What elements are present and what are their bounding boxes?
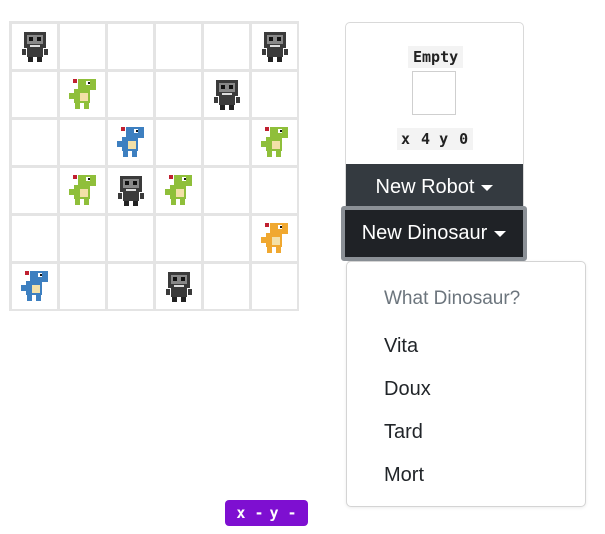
y-coordinate: y 0 [439, 130, 470, 148]
dinosaur-dropdown-menu: What Dinosaur? Vita Doux Tard Mort [346, 261, 586, 507]
board-cell[interactable] [156, 120, 201, 165]
robot-icon [166, 272, 192, 302]
board-cell[interactable] [156, 24, 201, 69]
board-cell[interactable] [12, 168, 57, 213]
selected-coordinates: x 4 y 0 [397, 128, 474, 150]
board-cell[interactable] [60, 72, 105, 117]
robot-icon [262, 32, 288, 62]
board-cell[interactable] [252, 24, 297, 69]
new-robot-label: New Robot [375, 175, 475, 198]
board-cell[interactable] [204, 72, 249, 117]
board-cell[interactable] [204, 264, 249, 309]
dinosaur-icon [261, 127, 288, 157]
dropdown-item-mort[interactable]: Mort [384, 464, 574, 487]
dinosaur-icon [69, 79, 96, 109]
board-cell[interactable] [108, 264, 153, 309]
board-cell[interactable] [12, 24, 57, 69]
board-cell[interactable] [12, 72, 57, 117]
dinosaur-icon [21, 271, 48, 301]
board-cell[interactable] [60, 24, 105, 69]
board-cell[interactable] [252, 264, 297, 309]
dropdown-header: What Dinosaur? [384, 288, 521, 309]
badge-y: y - [269, 504, 297, 522]
dinosaur-icon [165, 175, 192, 205]
new-robot-button[interactable]: New Robot [346, 164, 523, 210]
board-cell[interactable] [252, 72, 297, 117]
robot-icon [22, 32, 48, 62]
caret-down-icon [481, 184, 494, 191]
hover-coordinates-badge: x - y - [225, 500, 308, 526]
dropdown-item-vita[interactable]: Vita [384, 335, 574, 358]
board-cell[interactable] [12, 264, 57, 309]
dropdown-item-tard[interactable]: Tard [384, 421, 574, 444]
board-cell[interactable] [60, 168, 105, 213]
robot-icon [118, 176, 144, 206]
selected-piece-label: Empty [408, 46, 464, 68]
selected-piece-preview [412, 71, 456, 115]
board-cell[interactable] [108, 168, 153, 213]
board-cell[interactable] [108, 72, 153, 117]
board-cell[interactable] [108, 120, 153, 165]
x-coordinate: x 4 [401, 130, 432, 148]
board-cell[interactable] [108, 24, 153, 69]
new-dinosaur-label: New Dinosaur [361, 222, 488, 244]
board-cell[interactable] [12, 120, 57, 165]
caret-down-icon [494, 231, 507, 237]
new-dinosaur-button[interactable]: New Dinosaur [341, 206, 527, 261]
board-cell[interactable] [204, 216, 249, 261]
board-cell[interactable] [12, 216, 57, 261]
board-cell[interactable] [156, 264, 201, 309]
board-cell[interactable] [108, 216, 153, 261]
board-cell[interactable] [156, 216, 201, 261]
board-cell[interactable] [204, 24, 249, 69]
board-cell[interactable] [60, 120, 105, 165]
game-board [9, 21, 299, 311]
board-cell[interactable] [60, 216, 105, 261]
board-cell[interactable] [252, 120, 297, 165]
board-cell[interactable] [252, 216, 297, 261]
dropdown-item-doux[interactable]: Doux [384, 378, 574, 401]
robot-icon [214, 80, 240, 110]
board-cell[interactable] [60, 264, 105, 309]
dinosaur-icon [261, 223, 288, 253]
dinosaur-icon [117, 127, 144, 157]
board-cell[interactable] [204, 120, 249, 165]
board-cell[interactable] [156, 72, 201, 117]
board-cell[interactable] [252, 168, 297, 213]
dinosaur-icon [69, 175, 96, 205]
badge-x: x - [236, 504, 264, 522]
board-cell[interactable] [204, 168, 249, 213]
board-cell[interactable] [156, 168, 201, 213]
